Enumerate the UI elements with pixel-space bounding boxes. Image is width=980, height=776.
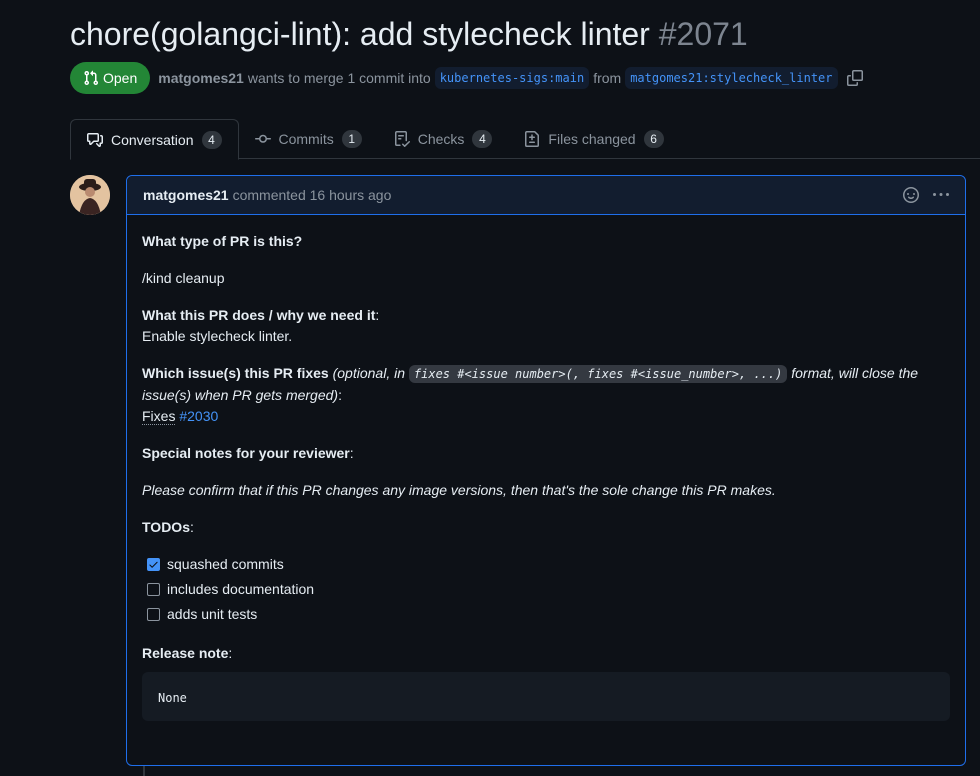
status-badge: Open — [70, 62, 151, 94]
git-pull-request-icon — [83, 70, 99, 86]
task-item: includes documentation — [142, 577, 950, 602]
comment-discussion-icon — [87, 132, 103, 148]
question-pr-type: What type of PR is this? — [142, 233, 303, 249]
copy-icon[interactable] — [846, 70, 863, 86]
head-branch[interactable]: matgomes21:stylecheck_linter — [625, 67, 838, 89]
colon: : — [375, 307, 380, 323]
kind-text: /kind cleanup — [142, 270, 225, 286]
pr-meta: Open matgomes21 wants to merge 1 commit … — [70, 62, 863, 94]
merge-text: wants to merge 1 commit into — [247, 70, 431, 86]
kebab-horizontal-icon[interactable] — [933, 187, 949, 203]
task-checkbox[interactable] — [147, 558, 160, 571]
pr-title: chore(golangci-lint): add stylecheck lin… — [70, 14, 748, 54]
issue-link[interactable]: #2030 — [179, 408, 218, 424]
from-text: from — [593, 70, 622, 86]
pr-title-text: chore(golangci-lint): add stylecheck lin… — [70, 16, 650, 52]
tab-label: Checks — [417, 131, 465, 147]
colon: : — [189, 519, 194, 535]
colon: : — [338, 387, 342, 403]
todos-heading: TODOs — [142, 519, 190, 535]
status-label: Open — [103, 70, 138, 86]
task-label: squashed commits — [167, 556, 284, 572]
tab-files-changed[interactable]: Files changed 6 — [508, 119, 679, 159]
tab-checks[interactable]: Checks 4 — [378, 119, 509, 159]
colon: : — [228, 645, 233, 661]
task-checkbox[interactable] — [147, 608, 160, 621]
release-note-code: None — [142, 672, 950, 721]
checklist-icon — [394, 131, 410, 147]
answer-what-pr-does: Enable stylecheck linter. — [142, 328, 293, 344]
smiley-icon[interactable] — [903, 187, 919, 203]
timeline-line — [143, 766, 145, 776]
colon: : — [349, 445, 354, 461]
git-commit-icon — [254, 131, 271, 147]
question-what-pr-does: What this PR does / why we need it — [142, 307, 376, 323]
fixes-label: Fixes — [142, 408, 176, 425]
pr-author-link[interactable]: matgomes21 — [158, 70, 244, 86]
tab-count: 4 — [201, 130, 222, 149]
task-label: adds unit tests — [167, 606, 258, 622]
question-special-notes: Special notes for your reviewer — [142, 445, 350, 461]
tab-label: Files changed — [548, 131, 636, 147]
avatar[interactable] — [70, 175, 110, 215]
release-note-heading: Release note — [142, 645, 229, 661]
tab-count: 1 — [341, 130, 362, 148]
special-note-text: Please confirm that if this PR changes a… — [142, 482, 776, 498]
task-list: squashed commits includes documentation … — [142, 552, 950, 627]
comment-header: matgomes21 commented 16 hours ago — [127, 176, 965, 215]
tab-conversation[interactable]: Conversation 4 — [70, 119, 239, 160]
tab-label: Conversation — [111, 131, 194, 148]
tab-count: 6 — [643, 130, 664, 148]
tab-label: Commits — [278, 131, 334, 147]
pr-number: #2071 — [658, 16, 748, 52]
pr-tabs: Conversation 4 Commits 1 Checks 4 Files … — [70, 119, 980, 160]
issues-note-pre: (optional, in — [332, 365, 405, 381]
comment-body: What type of PR is this? /kind cleanup W… — [127, 215, 965, 737]
task-item: squashed commits — [142, 552, 950, 577]
base-branch[interactable]: kubernetes-sigs:main — [434, 67, 590, 89]
task-item: adds unit tests — [142, 602, 950, 627]
fixes-format-code: fixes #<issue number>(, fixes #<issue_nu… — [408, 365, 788, 383]
task-label: includes documentation — [167, 581, 315, 597]
question-issues-fixed: Which issue(s) this PR fixes — [142, 365, 329, 381]
tab-count: 4 — [472, 130, 493, 148]
comment-timestamp[interactable]: commented 16 hours ago — [233, 187, 392, 203]
comment-author[interactable]: matgomes21 — [143, 187, 229, 203]
task-checkbox[interactable] — [147, 583, 160, 596]
tab-commits[interactable]: Commits 1 — [239, 119, 378, 159]
comment-box: matgomes21 commented 16 hours ago What t… — [126, 175, 966, 766]
file-diff-icon — [524, 131, 540, 147]
